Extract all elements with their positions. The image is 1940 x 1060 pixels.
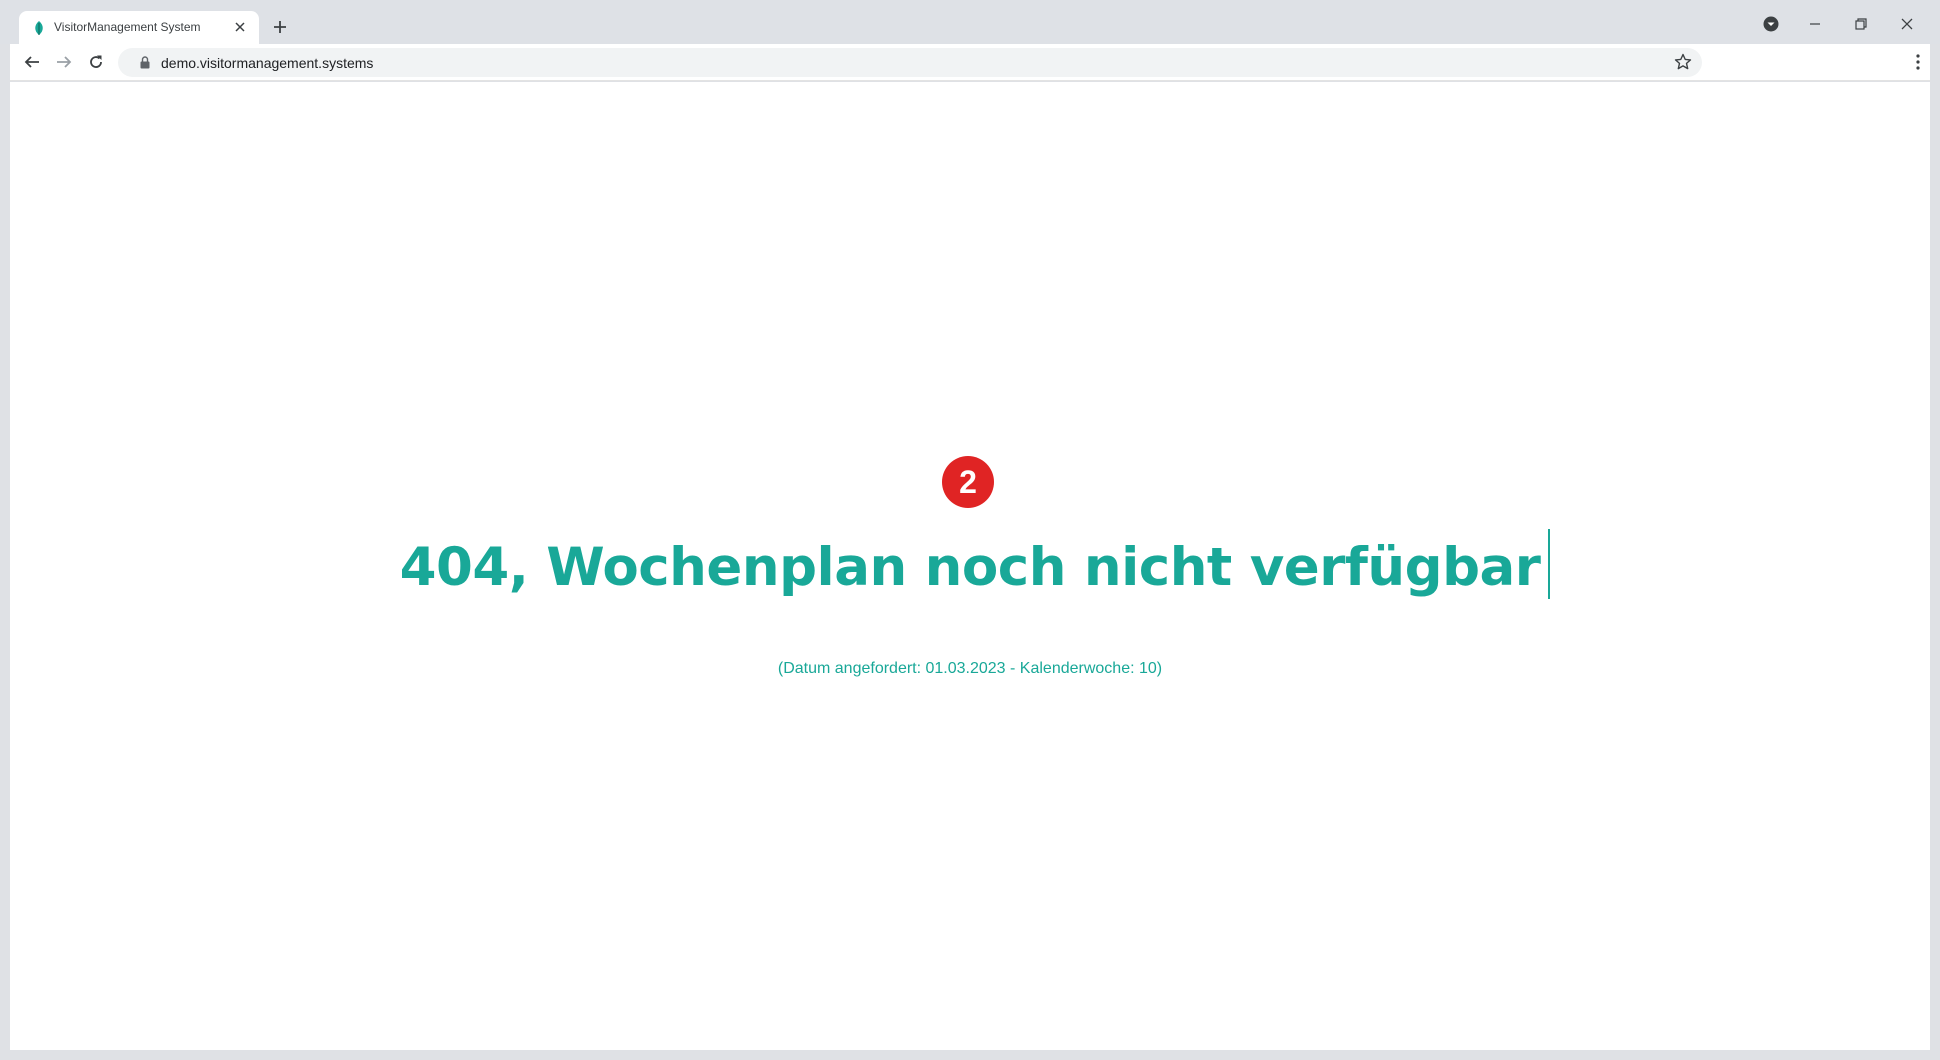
- back-arrow-icon[interactable]: [20, 50, 44, 74]
- profile-dropdown-icon[interactable]: [1757, 12, 1785, 36]
- url-text: demo.visitormanagement.systems: [161, 55, 374, 71]
- address-bar[interactable]: demo.visitormanagement.systems: [118, 48, 1702, 77]
- tab-strip: VisitorManagement System: [0, 0, 1940, 44]
- restore-icon[interactable]: [1847, 12, 1875, 36]
- browser-tab[interactable]: VisitorManagement System: [19, 11, 259, 44]
- new-tab-plus-icon[interactable]: [268, 15, 292, 39]
- kebab-menu-icon[interactable]: [1906, 50, 1930, 74]
- text-cursor: [1548, 529, 1551, 599]
- tab-title: VisitorManagement System: [54, 20, 201, 34]
- bookmark-star-icon[interactable]: [1674, 53, 1692, 71]
- reload-icon[interactable]: [84, 50, 108, 74]
- error-heading-text-wrap: 404, Wochenplan noch nicht verfügbar: [399, 529, 1551, 599]
- tab-close-icon[interactable]: [231, 18, 249, 36]
- browser-window: VisitorManagement System demo.visitorman…: [0, 0, 1940, 1060]
- close-window-icon[interactable]: [1893, 12, 1921, 36]
- step-number-badge: 2: [942, 456, 994, 508]
- leaf-favicon-icon: [35, 21, 43, 35]
- forward-arrow-icon[interactable]: [52, 50, 76, 74]
- page-content: 2 404, Wochenplan noch nicht verfügbar (…: [10, 82, 1930, 1050]
- lock-icon: [140, 56, 150, 69]
- requested-date-info: (Datum angefordert: 01.03.2023 - Kalende…: [777, 660, 1163, 677]
- browser-toolbar: demo.visitormanagement.systems: [10, 44, 1930, 81]
- error-heading-text: 404, Wochenplan noch nicht verfügbar: [399, 537, 1541, 598]
- minimize-icon[interactable]: [1801, 12, 1829, 36]
- error-heading: 404, Wochenplan noch nicht verfügbar: [10, 529, 1930, 599]
